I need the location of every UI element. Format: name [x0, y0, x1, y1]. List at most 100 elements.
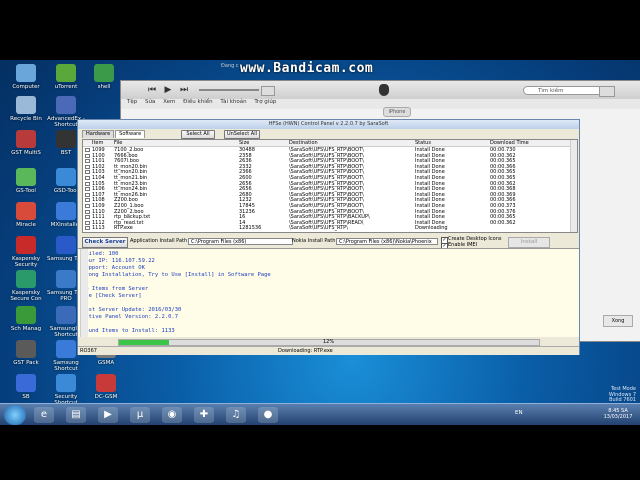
- menu-account[interactable]: Tài khoản: [220, 99, 246, 105]
- log-line: Active Panel Version: 2.2.0.7: [82, 314, 179, 320]
- desktop-icon-label: GSMA: [97, 360, 115, 366]
- nokia-install-path-field[interactable]: C:\Program Files (x86)\Nokia\Phoenix: [336, 238, 438, 245]
- menu-file[interactable]: Tệp: [127, 99, 137, 105]
- desktop-icon[interactable]: Computer: [4, 64, 48, 90]
- desktop-icon[interactable]: Security Shortcut: [44, 374, 88, 406]
- col-size[interactable]: Size: [239, 140, 279, 146]
- explorer-icon[interactable]: ▤: [66, 407, 86, 423]
- desktop-app-icon: [56, 202, 76, 220]
- desktop-icon-label: DC-GSM: [94, 394, 118, 400]
- progress-percent: 12%: [323, 339, 335, 345]
- row-checkbox[interactable]: [85, 226, 90, 231]
- row-checkbox[interactable]: [85, 192, 90, 197]
- language-indicator[interactable]: EN: [515, 410, 523, 416]
- menu-help[interactable]: Trợ giúp: [254, 99, 276, 105]
- desktop-icon[interactable]: Kaspersky Secure Con: [4, 270, 48, 302]
- volume-slider[interactable]: [199, 89, 259, 91]
- col-download-time[interactable]: Download Time: [490, 140, 560, 146]
- clock[interactable]: 8:45 SA 13/03/2017: [600, 408, 636, 420]
- desktop-app-icon: [56, 64, 76, 82]
- iphone-device-button[interactable]: iPhone: [383, 107, 411, 117]
- desktop-app-icon: [16, 374, 36, 392]
- log-line: Use [Check Server]: [82, 293, 142, 299]
- control-panel-window: HFSe (HWN) Control Panel v 2.2.0.7 by Sa…: [77, 119, 580, 355]
- desktop-app-icon: [16, 96, 36, 114]
- desktop-icon-label: GST MultiS: [11, 150, 41, 156]
- desktop-icon[interactable]: GS-Tool: [4, 168, 48, 194]
- app-taskbar-icon[interactable]: ✚: [194, 407, 214, 423]
- row-checkbox[interactable]: [85, 153, 90, 158]
- col-destination[interactable]: Destination: [289, 140, 409, 146]
- desktop-app-icon: [56, 374, 76, 392]
- desktop-icon[interactable]: DC-GSM: [84, 374, 128, 400]
- row-checkbox[interactable]: [85, 170, 90, 175]
- cell-file: RTP.exe: [114, 225, 133, 232]
- desktop-app-icon: [16, 340, 36, 358]
- row-checkbox[interactable]: [85, 220, 90, 225]
- desktop-app-icon: [16, 306, 36, 324]
- desktop-icon[interactable]: Miracle: [4, 202, 48, 228]
- clock-date: 13/03/2017: [603, 414, 633, 420]
- row-checkbox[interactable]: [85, 181, 90, 186]
- tab-software[interactable]: Software: [115, 130, 146, 138]
- utorrent-icon[interactable]: µ: [130, 407, 150, 423]
- desktop-app-icon: [56, 130, 76, 148]
- install-button[interactable]: Install: [508, 237, 550, 248]
- row-checkbox[interactable]: [85, 148, 90, 152]
- desktop-icon[interactable]: Sch Manag: [4, 306, 48, 332]
- row-checkbox[interactable]: [85, 209, 90, 214]
- desktop-app-icon: [94, 64, 114, 82]
- log-scrollbar[interactable]: [80, 249, 88, 337]
- col-item[interactable]: Item: [92, 140, 116, 146]
- cell-size: 1281536: [239, 225, 262, 232]
- unselect-all-button[interactable]: UnSelect All: [224, 130, 260, 139]
- select-all-button[interactable]: Select All: [181, 130, 215, 139]
- desktop-icon-label: Computer: [12, 84, 40, 90]
- col-status[interactable]: Status: [415, 140, 485, 146]
- menu-view[interactable]: Xem: [163, 99, 175, 105]
- tab-strip: Hardware Software: [82, 130, 146, 138]
- row-checkbox[interactable]: [85, 198, 90, 203]
- chrome-icon[interactable]: ◉: [162, 407, 182, 423]
- desktop-app-icon: [96, 374, 116, 392]
- log-line: Wrong Installation, Try to Use [Install]…: [82, 272, 271, 278]
- desktop-icon[interactable]: Recycle Bin: [4, 96, 48, 122]
- play-icon[interactable]: ▶: [161, 85, 175, 95]
- done-button[interactable]: Xong: [603, 315, 633, 327]
- airplay-button[interactable]: [261, 86, 275, 96]
- media-player-icon[interactable]: ▶: [98, 407, 118, 423]
- row-checkbox[interactable]: [85, 204, 90, 208]
- row-checkbox[interactable]: [85, 176, 90, 180]
- desktop-icon-label: Miracle: [16, 222, 36, 228]
- itunes-status-text: Đang c: [221, 63, 239, 69]
- tab-hardware[interactable]: Hardware: [82, 130, 115, 138]
- row-checkbox[interactable]: [85, 187, 90, 192]
- progress-fill: [119, 340, 170, 345]
- status-left-text: RO367: [80, 348, 97, 354]
- table-row[interactable]: 1113 RTP.exe 1281536 \SaraSoft\UFS\UFS_RTP\…: [83, 225, 571, 231]
- app-install-path-field[interactable]: C:\Program Files (x86): [188, 238, 293, 245]
- desktop-icon[interactable]: Kaspersky Security: [4, 236, 48, 268]
- status-text: Downloading: RTP.exe: [278, 348, 333, 354]
- desktop-icon[interactable]: GST Pack: [4, 340, 48, 366]
- previous-icon[interactable]: ⏮: [145, 85, 159, 95]
- desktop-app-icon: [56, 96, 76, 114]
- row-checkbox[interactable]: [85, 159, 90, 164]
- account-button[interactable]: [599, 86, 615, 97]
- check-server-button[interactable]: Check Server: [82, 237, 128, 248]
- desktop-icon-label: Sch Manag: [10, 326, 42, 332]
- col-file[interactable]: File: [114, 140, 224, 146]
- row-checkbox[interactable]: [85, 215, 90, 220]
- itunes-taskbar-icon[interactable]: ♫: [226, 407, 246, 423]
- menu-controls[interactable]: Điều khiển: [183, 99, 212, 105]
- ie-icon[interactable]: e: [34, 407, 54, 423]
- desktop-icon[interactable]: SB: [4, 374, 48, 400]
- next-icon[interactable]: ⏭: [177, 85, 191, 95]
- row-checkbox[interactable]: [85, 164, 90, 169]
- start-button[interactable]: [4, 405, 26, 425]
- desktop-icon[interactable]: GST MultiS: [4, 130, 48, 156]
- bandicam-taskbar-icon[interactable]: ●: [258, 407, 278, 423]
- menu-edit[interactable]: Sửa: [145, 99, 155, 105]
- grid-scrollbar[interactable]: [570, 140, 577, 232]
- desktop-app-icon: [16, 64, 36, 82]
